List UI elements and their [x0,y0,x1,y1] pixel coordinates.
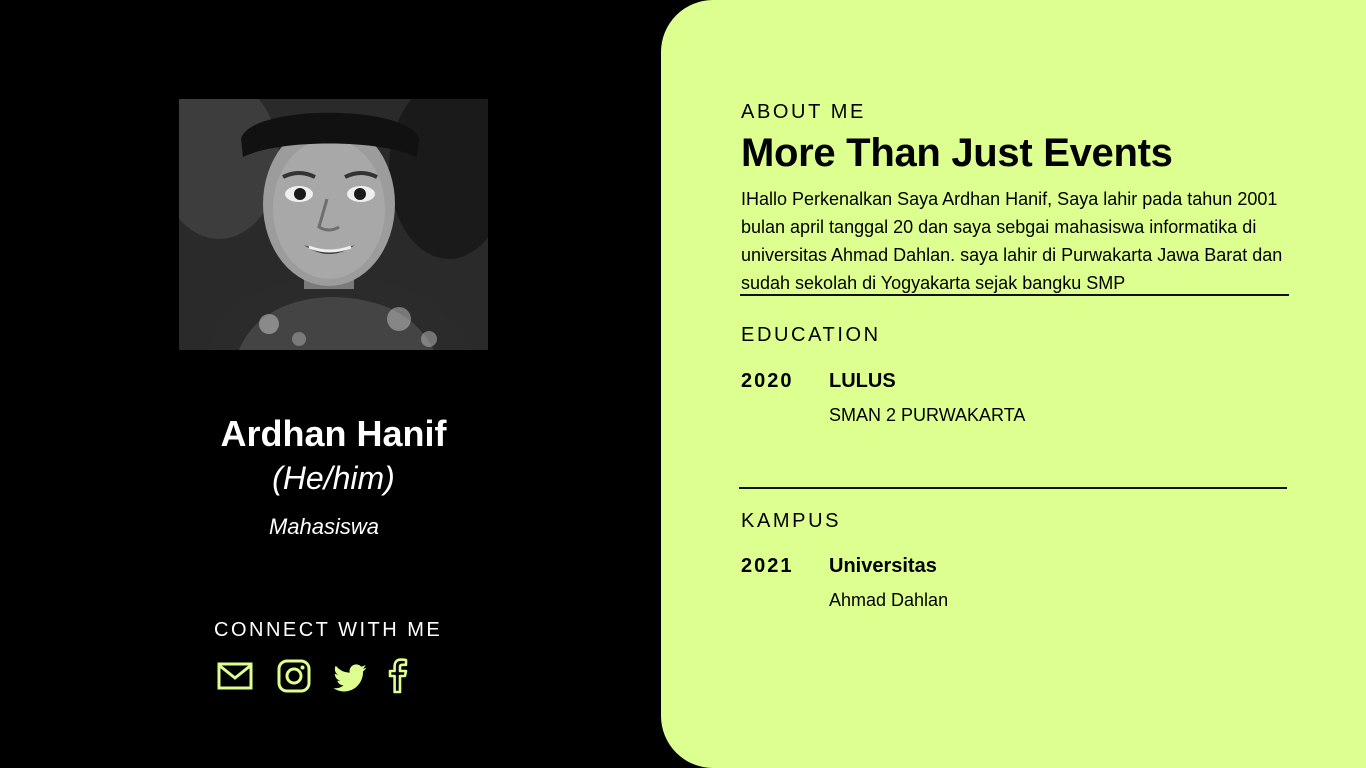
kampus-label: KAMPUS [741,510,842,532]
education-title: LULUS [829,370,896,392]
instagram-icon[interactable] [276,656,316,696]
profile-name: Ardhan Hanif [220,413,447,454]
social-links [216,656,416,696]
education-year: 2020 [741,370,794,392]
mail-icon[interactable] [216,656,256,696]
about-headline: More Than Just Events [741,131,1173,175]
twitter-icon[interactable] [332,656,372,696]
facebook-icon[interactable] [382,656,422,696]
about-label: ABOUT ME [741,101,866,123]
connect-heading: CONNECT WITH ME [214,619,443,641]
section-divider [739,487,1287,489]
profile-photo [179,99,488,350]
section-divider [740,294,1289,296]
about-bio: IHallo Perkenalkan Saya Ardhan Hanif, Sa… [741,189,1283,293]
kampus-subtitle: Ahmad Dahlan [829,590,949,610]
person-portrait-icon [179,99,488,350]
kampus-year: 2021 [741,555,794,577]
education-subtitle: SMAN 2 PURWAKARTA [829,405,1026,425]
profile-panel: Ardhan Hanif (He/him) Mahasiswa CONNECT … [0,0,661,768]
kampus-title: Universitas [829,555,937,577]
profile-role: Mahasiswa [268,514,380,539]
profile-pronouns: (He/him) [272,460,395,496]
education-label: EDUCATION [741,324,881,346]
